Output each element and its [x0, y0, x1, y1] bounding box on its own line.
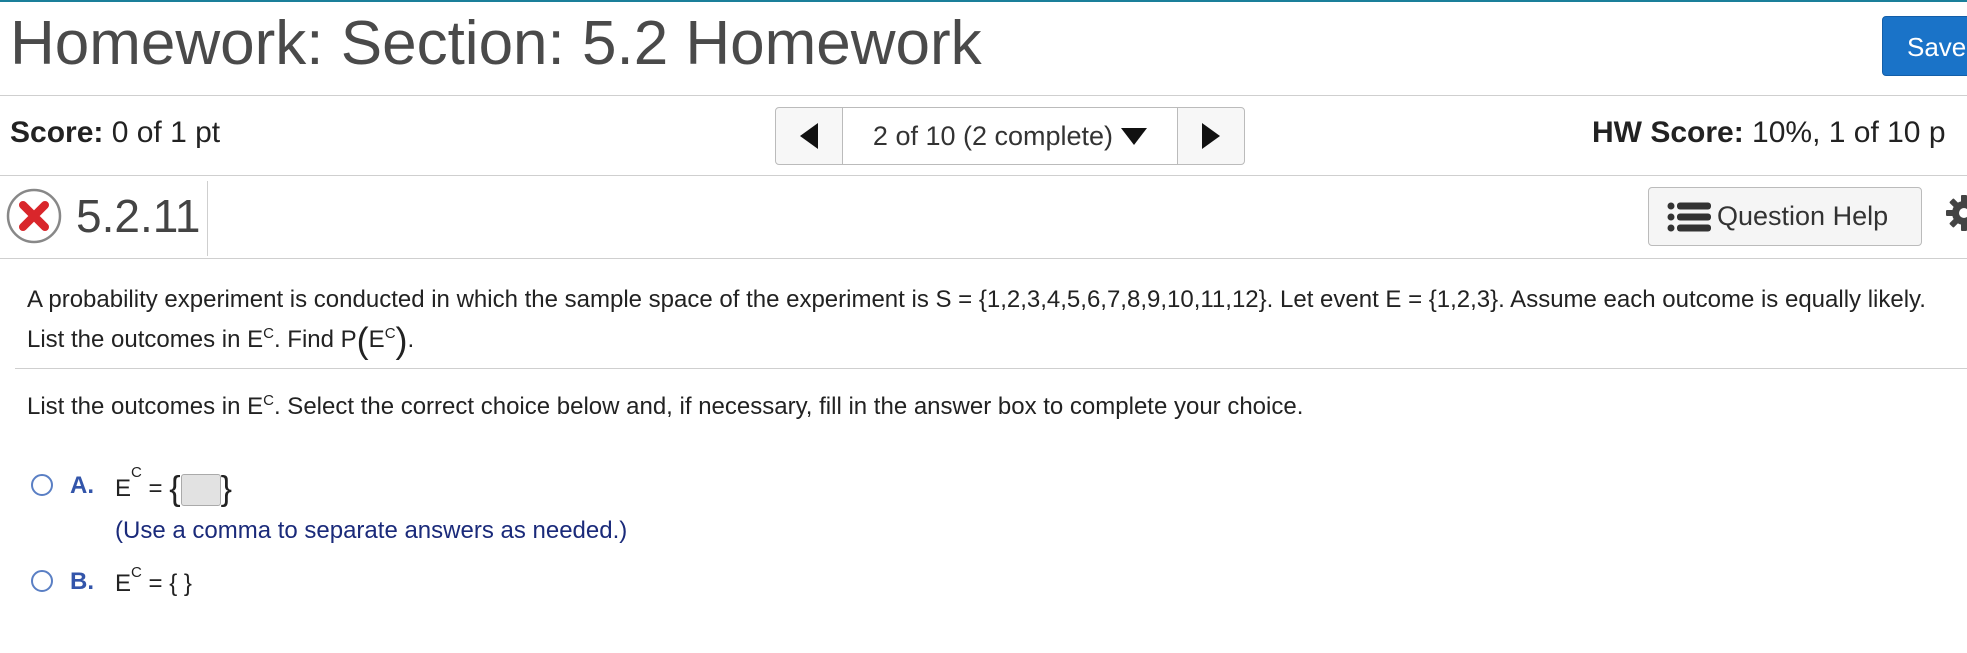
- question-select-dropdown[interactable]: 2 of 10 (2 complete): [843, 108, 1177, 164]
- divider: [0, 95, 1967, 96]
- divider: [15, 368, 1967, 369]
- arrow-right-icon: [1202, 123, 1220, 149]
- instruction-text: List the outcomes in EC. Select the corr…: [27, 392, 1304, 420]
- question-help-label: Question Help: [1717, 201, 1889, 231]
- answer-input-box[interactable]: [180, 473, 221, 506]
- score-label: Score:: [10, 116, 104, 149]
- score-display: Score: 0 of 1 pt: [10, 116, 220, 150]
- gear-icon[interactable]: [1944, 193, 1967, 233]
- complement-superscript: C: [263, 325, 274, 342]
- question-navigator: 2 of 10 (2 complete): [775, 107, 1245, 165]
- problem-statement: A probability experiment is conducted in…: [27, 286, 1926, 361]
- divider: [0, 175, 1967, 176]
- hw-score-display: HW Score: 10%, 1 of 10 p: [1592, 116, 1946, 150]
- previous-question-button[interactable]: [776, 108, 843, 164]
- question-progress-text: 2 of 10 (2 complete): [872, 120, 1114, 151]
- choice-b-letter: B.: [70, 568, 94, 595]
- score-value: 0 of 1 pt: [111, 116, 221, 149]
- arrow-left-icon: [800, 123, 818, 149]
- incorrect-x-icon: [6, 188, 62, 244]
- hw-score-value: 10%, 1 of 10 p: [1752, 116, 1946, 149]
- next-question-button[interactable]: [1177, 108, 1244, 164]
- list-icon: [1667, 202, 1711, 231]
- hw-score-label: HW Score:: [1592, 116, 1744, 149]
- question-number: 5.2.11: [76, 190, 201, 242]
- divider: [0, 258, 1967, 259]
- page-title: Homework: Section: 5.2 Homework: [10, 9, 982, 78]
- choice-a-expression: EC = {}: [115, 464, 232, 508]
- choice-b-expression: EC = { }: [115, 564, 192, 597]
- choice-a-letter: A.: [70, 472, 94, 499]
- caret-down-icon: [1121, 127, 1148, 145]
- choice-b-radio[interactable]: [31, 570, 53, 592]
- vertical-divider: [207, 181, 208, 256]
- save-button[interactable]: Save: [1882, 16, 1967, 76]
- choice-a-hint: (Use a comma to separate answers as need…: [115, 517, 628, 544]
- top-accent-line: [0, 0, 1967, 2]
- choice-a-radio[interactable]: [31, 474, 53, 496]
- question-help-button[interactable]: Question Help: [1648, 187, 1922, 246]
